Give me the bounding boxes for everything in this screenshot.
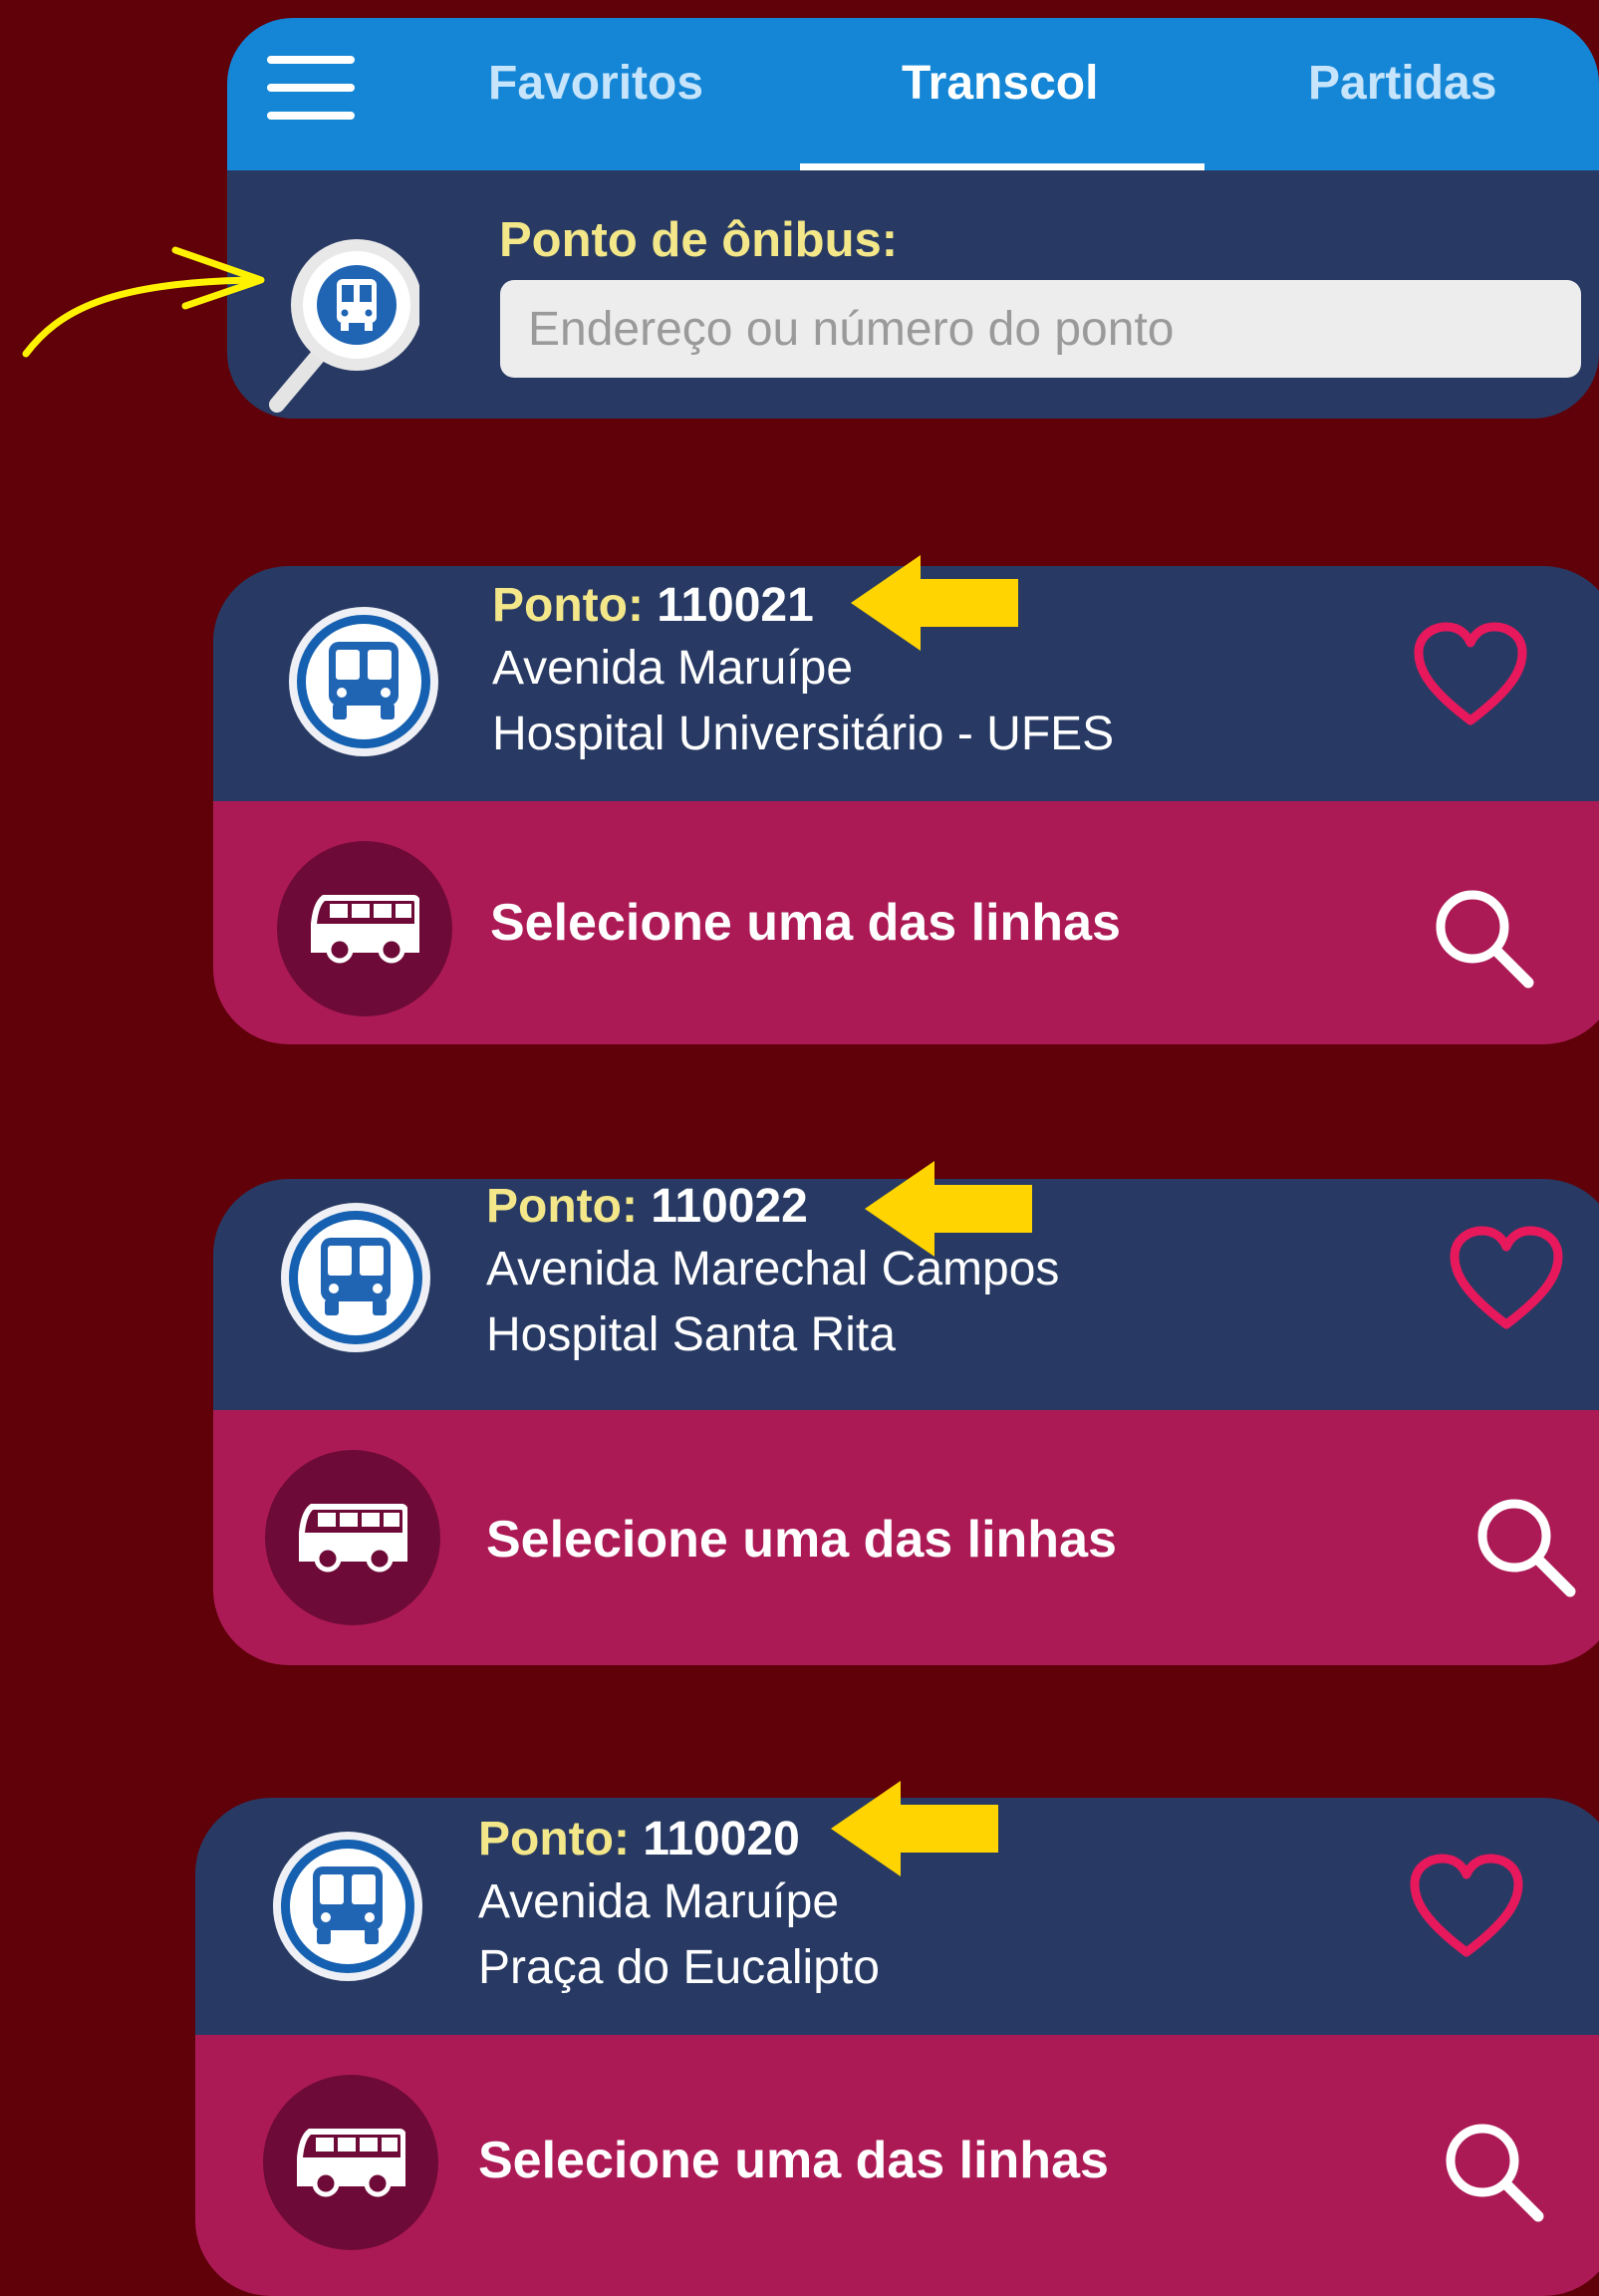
search-icon[interactable]	[1470, 1492, 1580, 1601]
select-lines-row[interactable]: Selecione uma das linhas	[213, 801, 1599, 1044]
select-lines-label[interactable]: Selecione uma das linhas	[486, 1510, 1117, 1570]
bus-front-icon	[289, 607, 438, 756]
stop-reference: Hospital Santa Rita	[486, 1308, 896, 1361]
search-icon[interactable]	[1429, 883, 1538, 993]
bus-search-icon	[269, 239, 419, 413]
stop-number: 110021	[657, 579, 814, 632]
stop-search-input[interactable]	[500, 280, 1581, 378]
yellow-arrow-icon	[851, 555, 1018, 651]
stop-street: Avenida Maruípe	[478, 1875, 840, 1928]
stop-prefix: Ponto:	[486, 1180, 638, 1233]
select-lines-row[interactable]: Selecione uma das linhas	[195, 2035, 1599, 2296]
stop-reference: Praça do Eucalipto	[478, 1941, 880, 1994]
stop-number: 110020	[643, 1813, 800, 1866]
tab-transcol[interactable]: Transcol	[902, 56, 1098, 111]
heart-icon[interactable]	[1411, 621, 1530, 730]
stop-prefix: Ponto:	[492, 579, 644, 632]
tab-bar: Favoritos Transcol Partidas	[227, 18, 1599, 171]
yellow-arrow-icon	[22, 246, 265, 358]
header-panel: Favoritos Transcol Partidas Ponto de ôni…	[227, 18, 1599, 419]
heart-icon[interactable]	[1447, 1225, 1566, 1334]
coach-bus-icon	[277, 841, 452, 1016]
stop-reference: Hospital Universitário - UFES	[492, 708, 1115, 760]
stop-prefix: Ponto:	[478, 1813, 630, 1866]
search-icon[interactable]	[1439, 2117, 1548, 2226]
yellow-arrow-icon	[865, 1161, 1032, 1257]
stop-number: 110022	[651, 1180, 808, 1233]
select-lines-label[interactable]: Selecione uma das linhas	[490, 893, 1121, 953]
heart-icon[interactable]	[1407, 1853, 1526, 1962]
coach-bus-icon	[263, 2075, 438, 2250]
stop-search-area: Ponto de ônibus:	[227, 170, 1599, 419]
yellow-arrow-icon	[831, 1781, 998, 1876]
bus-front-icon	[281, 1203, 430, 1352]
tab-favoritos[interactable]: Favoritos	[488, 56, 703, 111]
stop-street: Avenida Maruípe	[492, 642, 854, 695]
bus-front-icon	[273, 1832, 422, 1981]
stop-search-label: Ponto de ônibus:	[499, 213, 899, 267]
menu-icon[interactable]	[267, 56, 355, 120]
tab-partidas[interactable]: Partidas	[1308, 56, 1496, 111]
select-lines-label[interactable]: Selecione uma das linhas	[478, 2131, 1109, 2190]
coach-bus-icon	[265, 1450, 440, 1625]
select-lines-row[interactable]: Selecione uma das linhas	[213, 1410, 1599, 1665]
